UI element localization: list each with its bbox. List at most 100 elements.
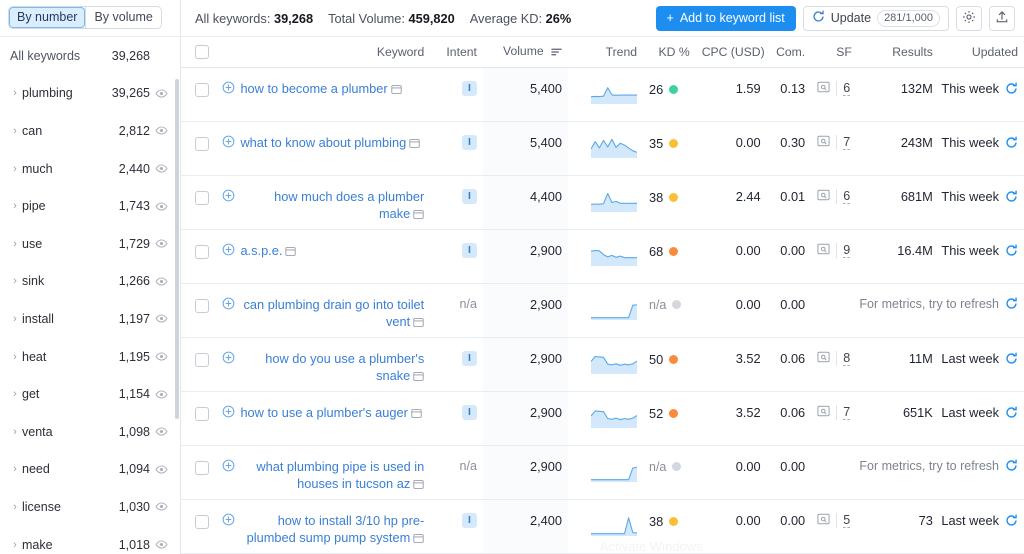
refresh-row-icon[interactable] [1005,189,1018,203]
cell-keyword[interactable]: how to install 3/10 hp pre-plumbed sump … [215,499,431,554]
cell-keyword[interactable]: a.s.p.e. [215,229,431,284]
add-keyword-icon[interactable] [221,459,235,494]
sidebar-item[interactable]: › much 2,440 [0,150,180,188]
cell-select[interactable] [181,67,216,122]
update-button[interactable]: Update 281/1,000 [802,5,949,31]
serp-preview-icon[interactable] [285,244,297,261]
cell-select[interactable] [181,283,216,338]
sidebar-item[interactable]: › sink 1,266 [0,263,180,301]
eye-icon[interactable] [150,124,168,137]
intent-badge[interactable]: I [461,350,477,366]
eye-icon[interactable] [150,312,168,325]
row-checkbox[interactable] [195,136,210,151]
toggle-by-volume[interactable]: By volume [86,7,161,28]
cell-trend[interactable] [568,121,643,176]
refresh-row-icon[interactable] [1005,243,1018,257]
sf-count[interactable]: 8 [843,351,851,366]
table-row[interactable]: how to install 3/10 hp pre-plumbed sump … [181,499,1024,554]
serp-preview-icon[interactable] [413,477,424,494]
eye-icon[interactable] [150,463,168,476]
add-keyword-icon[interactable] [221,513,235,548]
sidebar-item[interactable]: › plumbing 39,265 [0,75,180,113]
cell-select[interactable] [181,175,216,230]
chevron-right-icon[interactable]: › [8,463,22,475]
eye-icon[interactable] [150,275,168,288]
cell-sf[interactable]: 9 [811,229,858,284]
header-kd[interactable]: KD % [643,37,696,68]
add-to-keyword-list-button[interactable]: + Add to keyword list [655,5,796,31]
table-row[interactable]: what plumbing pipe is used in houses in … [181,445,1024,500]
serp-preview-icon[interactable] [409,136,420,153]
add-keyword-icon[interactable] [221,351,235,386]
cell-keyword[interactable]: how do you use a plumber's snake [215,337,431,392]
sidebar-item[interactable]: › make 1,018 [0,526,180,554]
eye-icon[interactable] [150,200,168,213]
sidebar-item[interactable]: › get 1,154 [0,375,180,413]
export-button[interactable] [989,5,1015,31]
eye-icon[interactable] [150,388,168,401]
eye-icon[interactable] [150,425,168,438]
eye-icon[interactable] [150,87,168,100]
row-checkbox[interactable] [195,244,210,259]
cell-select[interactable] [181,499,216,554]
serp-preview-icon[interactable] [391,82,402,99]
add-keyword-icon[interactable] [221,243,235,261]
sidebar-item[interactable]: › pipe 1,743 [0,187,180,225]
eye-icon[interactable] [150,162,168,175]
table-row[interactable]: can plumbing drain go into toilet vent n/… [181,283,1024,338]
serp-preview-icon[interactable] [413,315,424,332]
table-row[interactable]: what to know about plumbing I 5,400 35 0.00 0… [181,121,1024,176]
eye-icon[interactable] [150,500,168,513]
serp-features-icon[interactable] [817,513,830,528]
row-checkbox[interactable] [195,298,210,313]
add-keyword-icon[interactable] [221,189,235,224]
keyword-text[interactable]: a.s.p.e. [240,243,282,258]
settings-button[interactable] [956,5,982,31]
sidebar-item[interactable]: › heat 1,195 [0,338,180,376]
eye-icon[interactable] [150,538,168,551]
header-keyword[interactable]: Keyword [215,37,431,68]
sf-count[interactable]: 7 [843,135,851,150]
cell-sf[interactable]: 7 [811,121,858,176]
row-checkbox[interactable] [195,406,210,421]
header-com[interactable]: Com. [766,37,812,68]
table-row[interactable]: how much does a plumber make I 4,400 38 2.44… [181,175,1024,230]
serp-features-icon[interactable] [817,81,830,96]
header-sf[interactable]: SF [811,37,858,68]
chevron-right-icon[interactable]: › [8,539,22,551]
keyword-text[interactable]: how to become a plumber [240,81,387,96]
row-checkbox[interactable] [195,190,210,205]
table-row[interactable]: a.s.p.e. I 2,900 68 0.00 0.00 9 16.4M This week [181,229,1024,284]
header-select-all[interactable] [181,37,216,68]
select-all-checkbox[interactable] [195,45,210,60]
keyword-text[interactable]: can plumbing drain go into toilet vent [244,297,425,329]
serp-features-icon[interactable] [817,135,830,150]
serp-preview-icon[interactable] [413,369,424,386]
cell-trend[interactable] [568,175,643,230]
cell-keyword[interactable]: how much does a plumber make [215,175,431,230]
keyword-text[interactable]: how to install 3/10 hp pre-plumbed sump … [247,513,425,545]
chevron-right-icon[interactable]: › [8,313,22,325]
header-volume[interactable]: Volume [482,37,569,68]
cell-trend[interactable] [568,337,643,392]
add-keyword-icon[interactable] [221,81,235,99]
intent-badge[interactable]: I [461,242,477,258]
chevron-right-icon[interactable]: › [8,388,22,400]
intent-badge[interactable]: I [461,404,477,420]
sidebar-item[interactable]: › use 1,729 [0,225,180,263]
cell-trend[interactable] [568,283,643,338]
chevron-right-icon[interactable]: › [8,163,22,175]
serp-features-icon[interactable] [817,405,830,420]
cell-trend[interactable] [568,499,643,554]
cell-trend[interactable] [568,445,643,500]
intent-badge[interactable]: I [461,134,477,150]
cell-keyword[interactable]: what to know about plumbing [215,121,431,176]
chevron-right-icon[interactable]: › [8,426,22,438]
header-updated[interactable]: Updated [938,37,1024,68]
segmented-control[interactable]: By number By volume [8,6,162,29]
cell-keyword[interactable]: can plumbing drain go into toilet vent [215,283,431,338]
cell-trend[interactable] [568,229,643,284]
refresh-row-icon[interactable] [1005,351,1018,365]
intent-badge[interactable]: I [461,188,477,204]
row-checkbox[interactable] [195,82,210,97]
